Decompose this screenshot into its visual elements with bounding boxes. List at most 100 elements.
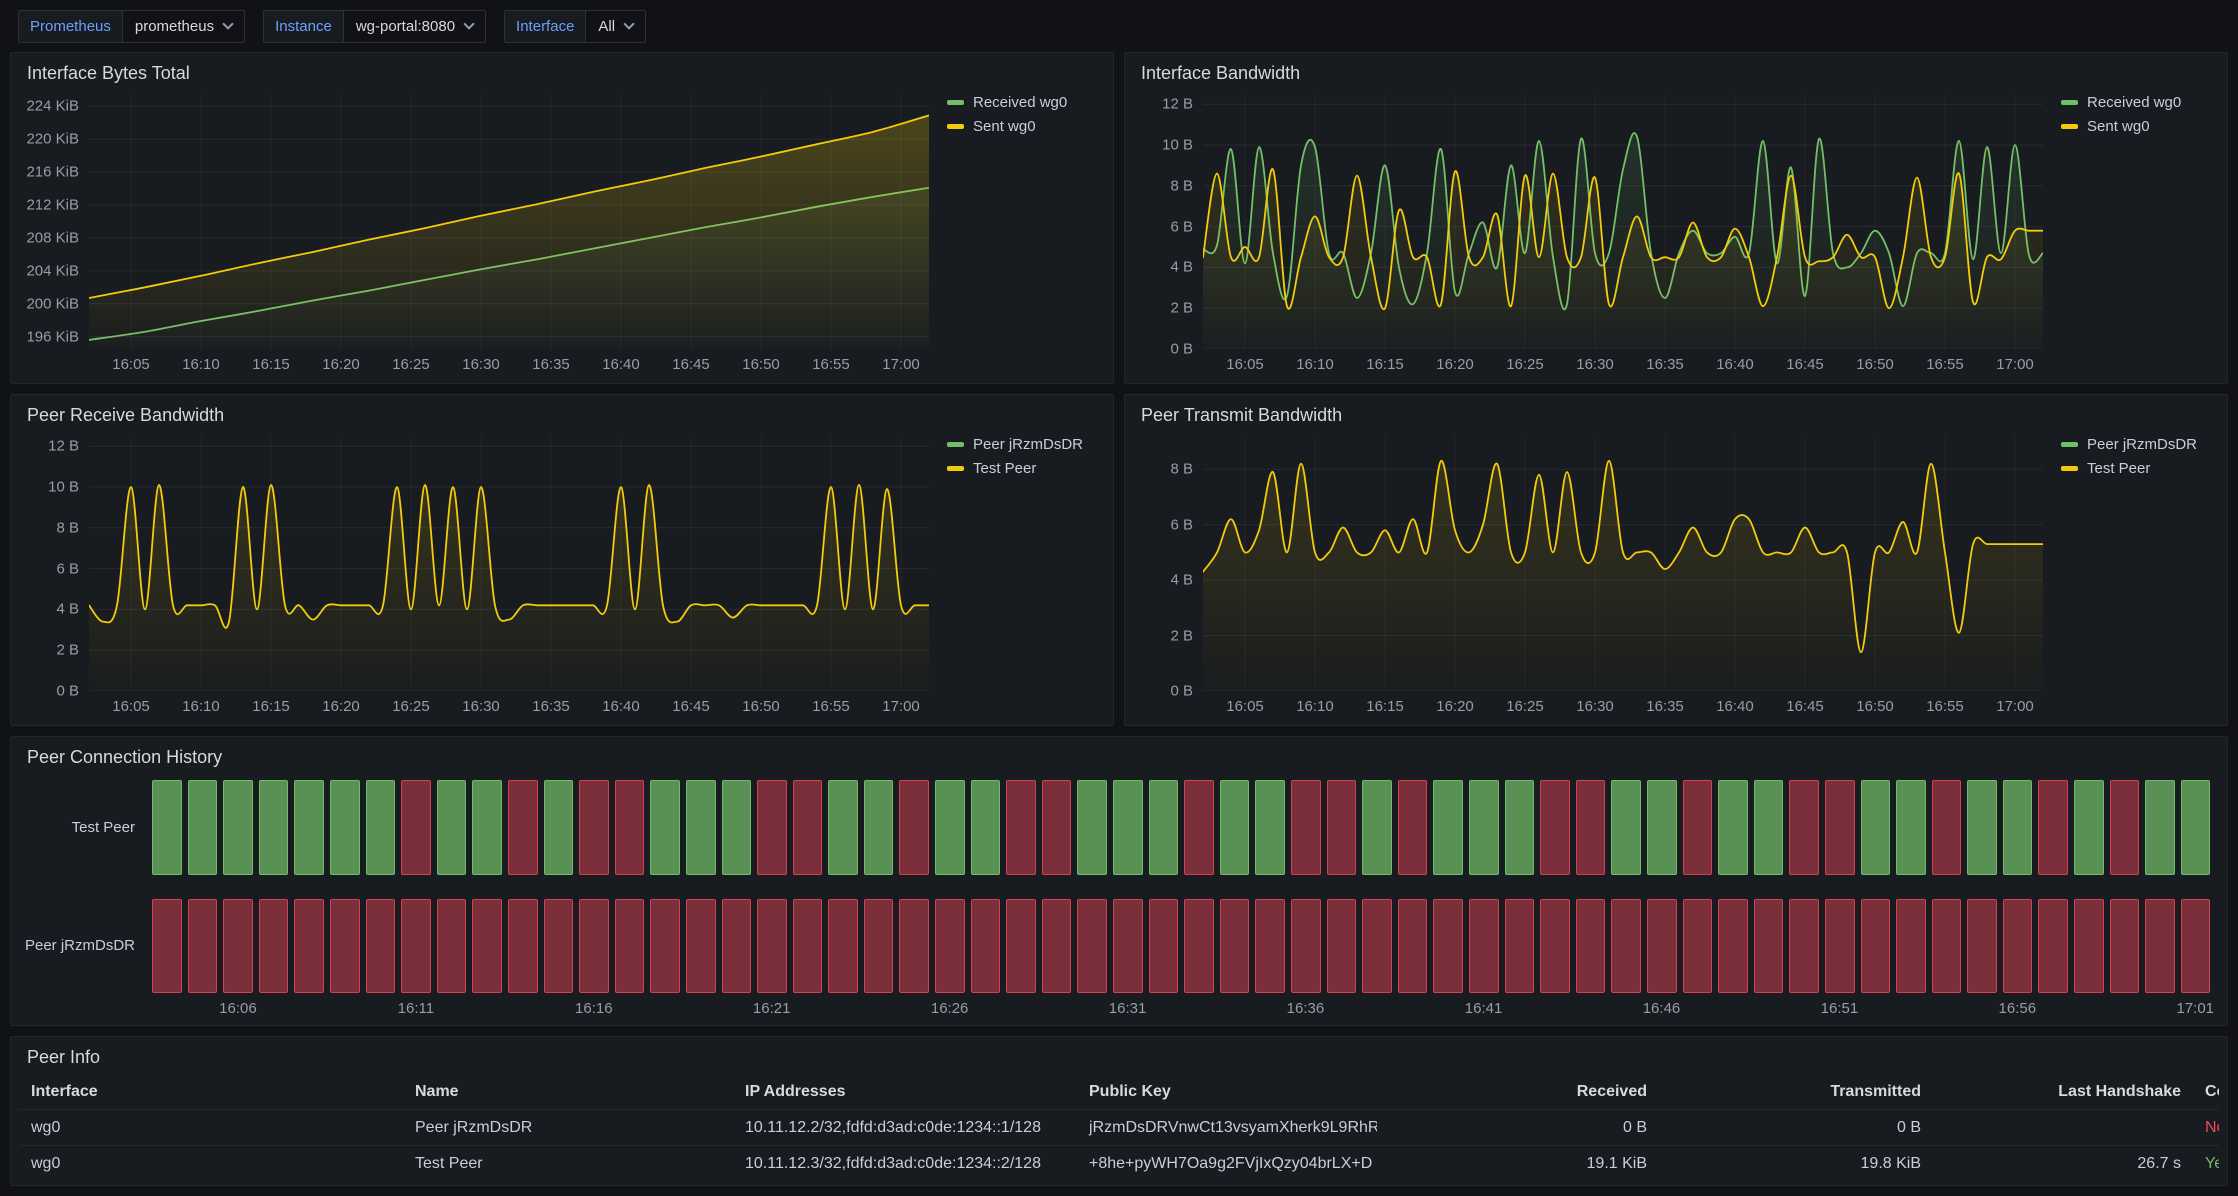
table-cell: Peer jRzmDsDR [403, 1119, 733, 1137]
var-label-interface[interactable]: Interface [504, 10, 585, 43]
state-bar-disconnected [1789, 899, 1819, 994]
state-bar-disconnected [401, 780, 431, 875]
peer-info-table: InterfaceNameIP AddressesPublic KeyRecei… [11, 1072, 2227, 1185]
timeline-bars [149, 899, 2213, 994]
state-bar-connected [2003, 780, 2033, 875]
table-row: wg0Test Peer10.11.12.3/32,fdfd:d3ad:c0de… [19, 1145, 2219, 1181]
state-bar-disconnected [1932, 780, 1962, 875]
column-header[interactable]: IP Addresses [733, 1083, 1077, 1101]
x-axis-label: 16:20 [322, 356, 360, 373]
table-cell: 10.11.12.2/32,fdfd:d3ad:c0de:1234::1/128 [733, 1119, 1077, 1137]
legend-item[interactable]: Received wg0 [2061, 94, 2181, 111]
legend-item[interactable]: Peer jRzmDsDR [947, 436, 1083, 453]
y-axis: 0 B2 B4 B6 B8 B10 B12 B [13, 436, 89, 691]
state-bar-disconnected [188, 899, 218, 994]
legend-item[interactable]: Test Peer [2061, 460, 2150, 477]
x-axis-label: 16:15 [1366, 356, 1404, 373]
state-bar-disconnected [2038, 899, 2068, 994]
state-bar-disconnected [1077, 899, 1107, 994]
y-axis-label: 8 B [1170, 177, 1193, 194]
x-axis-label: 16:50 [742, 698, 780, 715]
panel-title: Peer Receive Bandwidth [11, 395, 1113, 430]
state-bar-connected [2145, 780, 2175, 875]
legend-item[interactable]: Peer jRzmDsDR [2061, 436, 2197, 453]
y-axis: 0 B2 B4 B6 B8 B [1127, 436, 1203, 691]
state-bar-connected [223, 780, 253, 875]
column-header[interactable]: Interface [19, 1083, 403, 1101]
column-header[interactable]: Received [1377, 1083, 1659, 1101]
legend-item[interactable]: Sent wg0 [947, 118, 1036, 135]
state-bar-connected [864, 780, 894, 875]
x-axis-label: 16:30 [462, 356, 500, 373]
state-bar-connected [472, 780, 502, 875]
panel-title: Peer Info [11, 1037, 2227, 1072]
x-axis-label: 16:35 [1646, 698, 1684, 715]
x-axis: 16:0516:1016:1516:2016:2516:3016:3516:40… [1203, 349, 2043, 379]
chart-legend: Peer jRzmDsDR Test Peer [929, 436, 1107, 721]
x-axis: 16:0616:1116:1616:2116:2616:3116:3616:41… [149, 993, 2213, 1023]
state-bar-disconnected [508, 780, 538, 875]
state-bar-connected [1220, 780, 1250, 875]
chart-plot-area[interactable] [1203, 436, 2043, 691]
state-bar-disconnected [330, 899, 360, 994]
x-axis-label: 16:55 [1926, 698, 1964, 715]
state-bar-disconnected [366, 899, 396, 994]
var-select-instance[interactable]: wg-portal:8080 [343, 10, 486, 43]
state-bar-disconnected [1327, 899, 1357, 994]
state-bar-connected [1718, 780, 1748, 875]
y-axis-label: 4 B [1170, 259, 1193, 276]
x-axis-label: 16:15 [252, 698, 290, 715]
state-bar-disconnected [2181, 899, 2211, 994]
chart-plot-area[interactable] [1203, 94, 2043, 349]
state-bar-disconnected [1149, 899, 1179, 994]
state-bar-disconnected [2145, 899, 2175, 994]
column-header[interactable]: Name [403, 1083, 733, 1101]
state-bar-disconnected [2038, 780, 2068, 875]
state-bar-disconnected [1825, 780, 1855, 875]
x-axis-label: 16:10 [182, 356, 220, 373]
x-axis-label: 16:20 [1436, 698, 1474, 715]
panel-peer-transmit-bandwidth: Peer Transmit Bandwidth 0 B2 B4 B6 B8 B1… [1124, 394, 2228, 726]
chart-plot-area[interactable] [89, 436, 929, 691]
x-axis-label: 16:45 [672, 356, 710, 373]
column-header[interactable]: Transmitted [1659, 1083, 1933, 1101]
state-bar-disconnected [2003, 899, 2033, 994]
legend-item[interactable]: Test Peer [947, 460, 1036, 477]
y-axis-label: 6 B [1170, 218, 1193, 235]
connected-status-cell: No [2193, 1119, 2219, 1137]
state-bar-disconnected [1291, 899, 1321, 994]
x-axis-label: 16:15 [1366, 698, 1404, 715]
panel-interface-bytes-total: Interface Bytes Total 196 KiB200 KiB204 … [10, 52, 1114, 384]
state-bar-connected [2074, 780, 2104, 875]
x-axis-label: 16:35 [532, 356, 570, 373]
legend-label: Received wg0 [2087, 94, 2181, 111]
column-header[interactable]: Public Key [1077, 1083, 1377, 1101]
var-label-instance[interactable]: Instance [263, 10, 343, 43]
var-select-interface[interactable]: All [585, 10, 646, 43]
state-bar-connected [1113, 780, 1143, 875]
state-bar-disconnected [1255, 899, 1285, 994]
table-header-row: InterfaceNameIP AddressesPublic KeyRecei… [19, 1074, 2219, 1109]
y-axis-label: 2 B [1170, 300, 1193, 317]
chart-plot-area[interactable] [89, 94, 929, 349]
legend-item[interactable]: Received wg0 [947, 94, 1067, 111]
legend-item[interactable]: Sent wg0 [2061, 118, 2150, 135]
state-bar-disconnected [615, 780, 645, 875]
series-color-swatch [2061, 100, 2078, 105]
state-bar-connected [1149, 780, 1179, 875]
state-bar-connected [366, 780, 396, 875]
state-bar-disconnected [259, 899, 289, 994]
state-bar-disconnected [1825, 899, 1855, 994]
state-bar-disconnected [1291, 780, 1321, 875]
table-cell: wg0 [19, 1155, 403, 1173]
state-bar-disconnected [1113, 899, 1143, 994]
column-header[interactable]: Last Handshake [1933, 1083, 2193, 1101]
var-label-prometheus[interactable]: Prometheus [18, 10, 122, 43]
column-header[interactable]: Connected [2193, 1083, 2219, 1101]
state-bar-disconnected [223, 899, 253, 994]
state-bar-connected [686, 780, 716, 875]
chevron-down-icon [222, 18, 233, 29]
state-bar-disconnected [508, 899, 538, 994]
var-select-prometheus[interactable]: prometheus [122, 10, 245, 43]
state-bar-disconnected [1184, 780, 1214, 875]
